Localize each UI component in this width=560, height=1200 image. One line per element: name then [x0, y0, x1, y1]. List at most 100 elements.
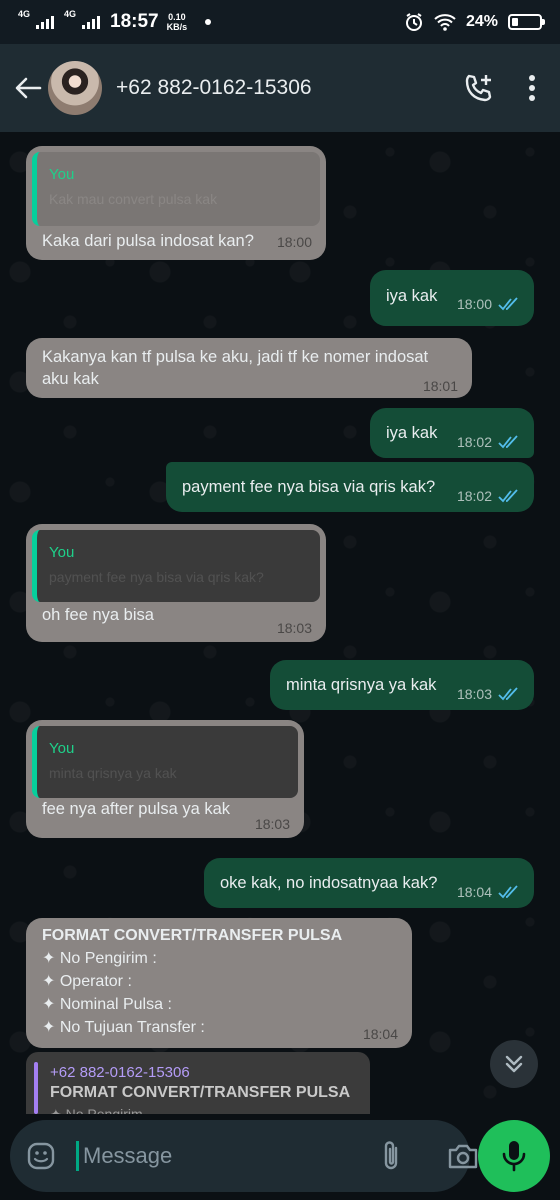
microphone-icon: [502, 1141, 526, 1172]
format-line: ✦ Nominal Pulsa :: [42, 996, 172, 1013]
message-incoming[interactable]: You minta qrisnya ya kak fee nya after p…: [26, 720, 304, 838]
message-time: 18:02: [456, 488, 492, 504]
alarm-icon: [405, 13, 422, 31]
message-time: 18:03: [254, 816, 290, 832]
message-input[interactable]: [76, 1141, 371, 1171]
quoted-message[interactable]: You minta qrisnya ya kak: [32, 726, 298, 798]
message-meta: 18:00: [277, 234, 312, 250]
message-time: 18:03: [276, 620, 312, 636]
quoted-message[interactable]: You payment fee nya bisa via qris kak?: [32, 530, 320, 602]
attach-icon[interactable]: [379, 1139, 403, 1173]
read-receipt-icon: [498, 297, 518, 311]
format-list: FORMAT CONVERT/TRANSFER PULSA ✦ No Pengi…: [42, 924, 342, 1039]
emoji-icon[interactable]: [26, 1141, 56, 1171]
message-time: 18:01: [422, 378, 458, 394]
message-list[interactable]: You Kak mau convert pulsa kak Kaka dari …: [0, 132, 560, 1114]
message-time: 18:04: [456, 884, 492, 900]
message-text: Kaka dari pulsa indosat kan?: [42, 232, 254, 250]
signal-1: 4G: [18, 9, 55, 29]
battery-level: [512, 18, 519, 26]
contact-name[interactable]: +62 882-0162-15306: [116, 76, 312, 100]
quoted-text: minta qrisnya ya kak: [49, 765, 177, 781]
message-text: payment fee nya bisa via qris kak?: [182, 478, 436, 496]
message-meta: 18:02: [457, 488, 520, 504]
message-outgoing[interactable]: payment fee nya bisa via qris kak? 18:02: [166, 462, 534, 512]
signal-bars-icon: [82, 15, 101, 29]
format-line: ✦ No Tujuan Transfer :: [42, 1019, 205, 1036]
message-time: 18:02: [456, 434, 492, 450]
message-text: Kakanya kan tf pulsa ke aku, jadi tf ke …: [42, 348, 429, 388]
quoted-message[interactable]: You Kak mau convert pulsa kak: [32, 152, 320, 226]
message-outgoing[interactable]: iya kak 18:02: [370, 408, 534, 458]
quoted-sender: You: [49, 544, 75, 561]
network-type-2: 4G: [64, 8, 77, 19]
format-line: ✦ No Pengirim :: [42, 950, 157, 967]
battery-icon: [508, 14, 545, 30]
read-receipt-icon: [498, 489, 518, 503]
quoted-title: FORMAT CONVERT/TRANSFER PULSA: [50, 1084, 351, 1101]
network-type-1: 4G: [18, 8, 31, 19]
quoted-snippet: ✦ No Pengirim: [50, 1106, 143, 1114]
message-meta: 18:03: [457, 686, 520, 702]
composer: [0, 1114, 560, 1200]
message-incoming-partial[interactable]: +62 882-0162-15306 FORMAT CONVERT/TRANSF…: [26, 1052, 370, 1114]
message-meta: 18:02: [457, 434, 520, 450]
message-input-bar: [10, 1120, 478, 1192]
quote-bar: [34, 1062, 38, 1114]
message-time: 18:00: [276, 234, 312, 250]
message-time: 18:03: [456, 686, 492, 702]
clock: 18:57: [110, 11, 159, 32]
quoted-text: payment fee nya bisa via qris kak?: [49, 569, 264, 585]
signal-bars-icon: [36, 15, 55, 29]
message-outgoing[interactable]: minta qrisnya ya kak 18:03: [270, 660, 534, 710]
quoted-sender: +62 882-0162-15306: [50, 1064, 190, 1081]
message-meta: 18:03: [277, 620, 312, 636]
message-incoming[interactable]: FORMAT CONVERT/TRANSFER PULSA ✦ No Pengi…: [26, 918, 412, 1048]
format-title: FORMAT CONVERT/TRANSFER PULSA: [42, 927, 343, 944]
message-text: minta qrisnya ya kak: [286, 676, 437, 694]
read-receipt-icon: [498, 885, 518, 899]
camera-icon[interactable]: [447, 1142, 479, 1170]
chat-header: +62 882-0162-15306: [0, 44, 560, 132]
status-bar: 4G 4G 18:57 0.10 KB/s 24%: [0, 0, 560, 44]
back-arrow-icon[interactable]: [10, 70, 46, 106]
avatar[interactable]: [48, 61, 102, 115]
battery-percent: 24%: [465, 13, 498, 30]
message-meta: 18:04: [363, 1026, 398, 1042]
message-time: 18:00: [456, 296, 492, 312]
message-text: fee nya after pulsa ya kak: [42, 800, 231, 818]
message-meta: 18:04: [457, 884, 520, 900]
message-outgoing[interactable]: iya kak 18:00: [370, 270, 534, 326]
message-meta: 18:01: [423, 378, 458, 394]
quoted-sender: You: [49, 740, 75, 757]
message-text: oh fee nya bisa: [42, 606, 154, 624]
message-incoming[interactable]: Kakanya kan tf pulsa ke aku, jadi tf ke …: [26, 338, 472, 398]
read-receipt-icon: [498, 435, 518, 449]
read-receipt-icon: [498, 687, 518, 701]
status-right: 24%: [404, 12, 545, 32]
scroll-to-bottom-button[interactable]: [490, 1040, 538, 1088]
quoted-sender: You: [49, 166, 75, 183]
notification-dot-icon: [205, 19, 212, 25]
message-text: iya kak: [386, 424, 438, 442]
add-call-icon[interactable]: [462, 72, 494, 104]
message-outgoing[interactable]: oke kak, no indosatnyaa kak? 18:04: [204, 858, 534, 908]
more-options-icon[interactable]: [528, 74, 536, 102]
message-incoming[interactable]: You payment fee nya bisa via qris kak? o…: [26, 524, 326, 642]
quoted-text: Kak mau convert pulsa kak: [49, 191, 218, 207]
message-text: oke kak, no indosatnyaa kak?: [220, 874, 438, 892]
signal-2: 4G: [64, 9, 101, 29]
message-text: iya kak: [386, 287, 438, 305]
message-meta: 18:00: [457, 296, 520, 312]
network-speed: 0.10 KB/s: [167, 12, 188, 32]
composer-actions: [379, 1139, 479, 1173]
header-actions: [462, 72, 536, 104]
voice-record-button[interactable]: [478, 1120, 550, 1192]
double-chevron-down-icon: [505, 1055, 523, 1073]
message-incoming[interactable]: You Kak mau convert pulsa kak Kaka dari …: [26, 146, 326, 260]
message-meta: 18:03: [255, 816, 290, 832]
speed-unit: KB/s: [166, 22, 188, 32]
format-line: ✦ Operator :: [42, 973, 132, 990]
speed-value: 0.10: [168, 12, 186, 22]
wifi-icon: [434, 14, 456, 31]
